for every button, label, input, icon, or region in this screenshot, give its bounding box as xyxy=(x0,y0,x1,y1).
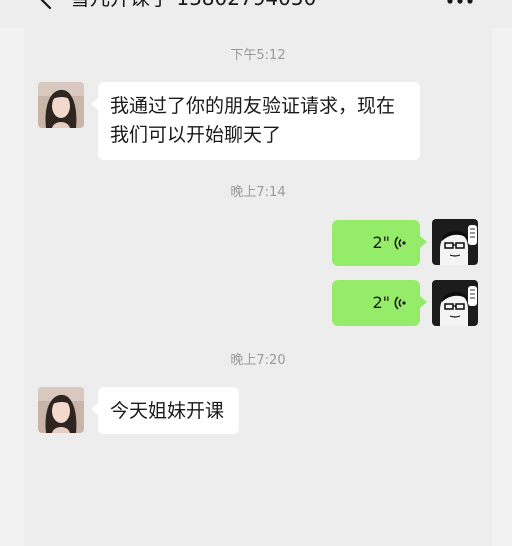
message-timestamp: 晚上7:20 xyxy=(230,353,286,368)
contact-avatar[interactable] xyxy=(38,387,84,433)
chevron-left-icon[interactable] xyxy=(36,0,56,12)
message-timestamp: 下午5:12 xyxy=(230,48,286,63)
chat-title: 雪儿开课了 13802794050 xyxy=(70,0,316,12)
voice-message-bubble[interactable]: 2" xyxy=(332,220,427,266)
message-bubble-incoming[interactable]: 今天姐妹开课 xyxy=(91,387,239,434)
contact-avatar[interactable] xyxy=(38,82,84,128)
chat-header: 雪儿开课了 13802794050 xyxy=(0,0,512,28)
voice-message-bubble[interactable]: 2" xyxy=(332,280,427,326)
user-avatar[interactable] xyxy=(432,280,478,326)
message-timestamp: 晚上7:14 xyxy=(230,185,286,200)
voice-wave-icon xyxy=(394,296,406,310)
more-dots-icon[interactable] xyxy=(446,0,474,6)
voice-duration: 2" xyxy=(372,293,390,312)
message-bubble-incoming[interactable]: 我通过了你的朋友验证请求，现在我们可以开始聊天了 xyxy=(91,82,420,160)
user-avatar[interactable] xyxy=(432,219,478,265)
voice-wave-icon xyxy=(394,236,406,250)
voice-duration: 2" xyxy=(372,233,390,252)
